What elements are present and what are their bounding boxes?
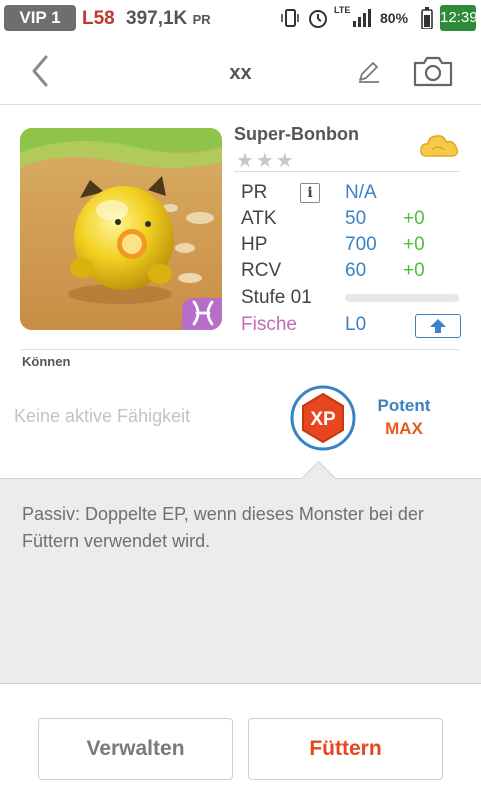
passive-description: Passiv: Doppelte EP, wenn dieses Monster… [22, 504, 424, 551]
atk-label: ATK [241, 208, 277, 229]
monster-name: Super-Bonbon [234, 124, 359, 144]
rename-button[interactable] [356, 60, 382, 84]
active-skill-text: Keine aktive Fähigkeit [14, 406, 191, 426]
arrow-up-icon [430, 319, 446, 333]
divider [234, 171, 460, 172]
potency-value: MAX [385, 419, 423, 438]
pr-label: PR [241, 182, 268, 203]
rcv-bonus: +0 [403, 260, 425, 281]
camera-icon [413, 56, 453, 87]
passive-skill-badge[interactable]: XP [289, 384, 357, 452]
hp-value: 700 [345, 234, 377, 255]
skills-heading: Können [22, 354, 71, 369]
power-unit: PR [192, 12, 211, 27]
fish-level: L0 [345, 314, 367, 335]
cloud-icon [420, 135, 459, 157]
divider [20, 349, 460, 350]
pr-value: N/A [345, 182, 377, 203]
vip-badge: VIP 1 [4, 5, 76, 31]
camera-button[interactable] [412, 54, 454, 88]
monster-portrait[interactable] [20, 128, 222, 330]
xp-badge-text: XP [310, 409, 336, 430]
potency-label: Potent [377, 396, 431, 415]
clock: 12:39 [440, 5, 478, 31]
page-title: xx [229, 62, 252, 84]
pisces-icon [192, 300, 214, 326]
rcv-value: 60 [345, 260, 367, 281]
upgrade-button[interactable] [415, 314, 461, 338]
atk-bonus: +0 [403, 208, 425, 229]
network-type: LTE [334, 5, 351, 15]
alarm-icon [309, 10, 327, 28]
feed-button[interactable]: Füttern [248, 718, 443, 780]
power-value: 397,1K [126, 8, 188, 29]
atk-value: 50 [345, 208, 367, 229]
rcv-label: RCV [241, 260, 282, 281]
top-nav: xx [0, 36, 481, 105]
player-power: 397,1K PR [126, 8, 211, 30]
vibrate-icon [281, 9, 299, 27]
level-progress-bar [345, 294, 459, 302]
fish-label: Fische [241, 314, 297, 335]
status-bar: VIP 1 L58 397,1K PR LTE 80% 12:39 [0, 0, 481, 36]
pencil-icon [359, 62, 379, 83]
passive-description-panel: Passiv: Doppelte EP, wenn dieses Monster… [0, 478, 481, 684]
manage-button[interactable]: Verwalten [38, 718, 233, 780]
hp-bonus: +0 [403, 234, 425, 255]
battery-percent: 80% [380, 10, 409, 26]
star-rating: ★★★ [236, 150, 296, 172]
hp-label: HP [241, 234, 268, 255]
player-level: L58 [82, 8, 115, 29]
xp-icon: XP [290, 385, 356, 451]
signal-icon [353, 9, 371, 27]
level-label: Stufe 01 [241, 287, 312, 308]
info-icon[interactable]: i [300, 183, 320, 203]
battery-icon [421, 7, 433, 29]
